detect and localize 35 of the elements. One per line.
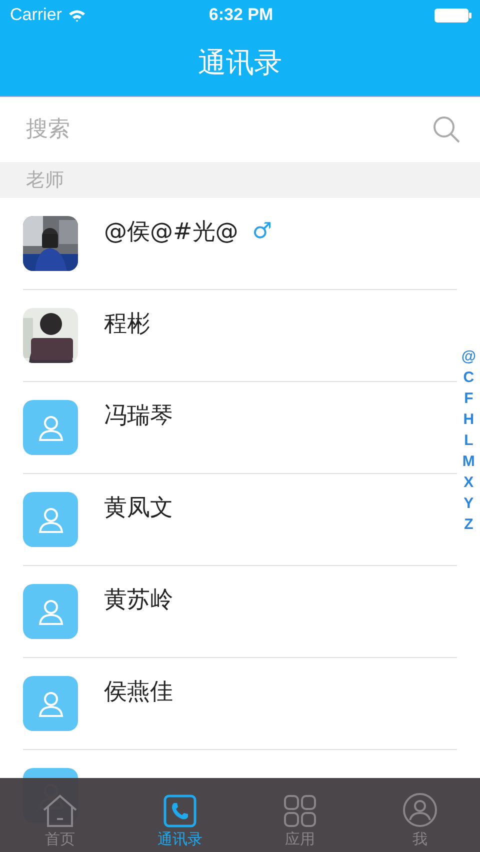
section-header: 老师: [26, 168, 64, 193]
contact-name[interactable]: @侯@#光@: [104, 216, 238, 247]
contact-name[interactable]: 侯燕佳: [104, 676, 173, 707]
index-letter[interactable]: X: [464, 472, 474, 493]
tab-item[interactable]: 首页: [0, 778, 120, 852]
avatar-icon: [23, 676, 78, 731]
search-icon[interactable]: [433, 116, 460, 143]
index-letter[interactable]: L: [464, 430, 474, 451]
phone-icon: [163, 794, 197, 828]
index-letter[interactable]: C: [463, 367, 474, 388]
avatar-icon: [23, 492, 78, 547]
gender-symbol: ♂: [252, 219, 272, 244]
index-letter[interactable]: Y: [464, 493, 474, 514]
carrier-label: Carrier: [10, 5, 62, 25]
contact-name[interactable]: 程彬: [104, 308, 150, 339]
index-letter[interactable]: @: [461, 346, 476, 367]
contact-name[interactable]: 冯瑞琴: [104, 400, 173, 431]
contact-name[interactable]: 黄苏岭: [104, 584, 173, 615]
avatar-icon: [23, 400, 78, 455]
tab-item[interactable]: 通讯录: [120, 778, 240, 852]
avatar-icon: [23, 584, 78, 639]
wifi-icon: [68, 8, 86, 22]
index-letter[interactable]: M: [462, 451, 475, 472]
index-letter[interactable]: Z: [464, 514, 474, 535]
tab-item[interactable]: 我: [360, 778, 480, 852]
tab-item[interactable]: 应用: [240, 778, 360, 852]
index-letter[interactable]: F: [464, 388, 474, 409]
clock-time: 6:32 PM: [208, 5, 274, 25]
contact-name[interactable]: 黄凤文: [104, 492, 173, 523]
index-letter[interactable]: H: [463, 409, 474, 430]
page-title: 通讯录: [198, 45, 282, 81]
grid-icon: [283, 794, 317, 828]
battery-icon: [434, 8, 472, 22]
home-icon: [42, 794, 78, 828]
user-icon: [402, 792, 438, 828]
